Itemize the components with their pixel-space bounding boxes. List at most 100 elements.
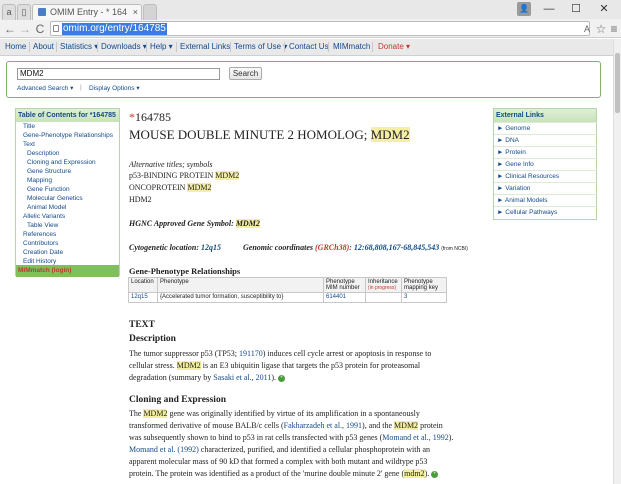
search-button[interactable]: Search: [229, 67, 262, 80]
search-input[interactable]: MDM2: [17, 68, 220, 80]
toc-item[interactable]: References: [23, 231, 56, 238]
menu-mimmatch[interactable]: MIMmatch: [333, 42, 370, 51]
cyto-label: Cytogenetic location:: [129, 243, 201, 252]
text-run: ).: [448, 433, 454, 442]
tab-close-icon[interactable]: ×: [133, 5, 138, 20]
external-link-label: Animal Models: [504, 197, 548, 204]
tab-2-label: ▯: [21, 7, 27, 17]
menu-separator: [146, 42, 147, 52]
reference-link[interactable]: Fakharzadeh et al., 1991: [284, 421, 362, 430]
toc-item[interactable]: Mapping: [27, 177, 52, 184]
cell-phenotype: {Accelerated tumor formation, susceptibi…: [157, 292, 324, 303]
toc-item[interactable]: Cloning and Expression: [27, 159, 96, 166]
cytogenetic-location: Cytogenetic location: 12q15: [129, 243, 221, 252]
desc-line-2: cellular stress. MDM2 is an E3 ubiquitin…: [129, 361, 420, 370]
toc-item[interactable]: Title: [23, 123, 35, 130]
entry-number: *164785: [129, 110, 171, 125]
text-run: ).: [424, 469, 430, 478]
toc-item[interactable]: Creation Date: [23, 249, 63, 256]
minimize-button[interactable]: —: [542, 2, 556, 16]
address-bar[interactable]: omim.org/entry/164785: [50, 21, 590, 36]
scrollbar-thumb[interactable]: [615, 53, 620, 113]
cell-location[interactable]: 12q15: [128, 292, 158, 303]
alt-title-2: ONCOPROTEIN MDM2: [129, 183, 212, 192]
menu-statistics[interactable]: Statistics ▾: [60, 42, 98, 51]
bookmark-star-icon[interactable]: ☆: [594, 22, 608, 36]
toc-item[interactable]: Molecular Genetics: [27, 195, 83, 202]
menu-downloads[interactable]: Downloads ▾: [101, 42, 147, 51]
menu-donate[interactable]: Donate ▾: [378, 42, 410, 51]
toc-item[interactable]: Gene-Phenotype Relationships: [23, 132, 113, 139]
entry-title-text: MOUSE DOUBLE MINUTE 2 HOMOLOG;: [129, 127, 371, 142]
coord-link[interactable]: : 12:68,808,167-68,845,543: [349, 243, 439, 252]
hgnc-symbol: HGNC Approved Gene Symbol: MDM2: [129, 219, 260, 228]
gpr-header-row: Location Phenotype Phenotype MIM number I…: [128, 277, 447, 293]
gpr-table: Location Phenotype Phenotype MIM number I…: [128, 277, 447, 303]
external-link-item[interactable]: ► Cellular Pathways: [494, 206, 597, 219]
text-run: characterized, purified, and identified …: [198, 445, 431, 454]
close-window-button[interactable]: ✕: [597, 2, 611, 16]
menu-separator: [284, 42, 285, 52]
toc-item[interactable]: Gene Structure: [27, 168, 71, 175]
tab-1[interactable]: a: [2, 4, 16, 20]
menu-home[interactable]: Home: [5, 42, 26, 51]
translate-icon[interactable]: A: [580, 22, 594, 36]
text-run: ) induces cell cycle arrest or apoptosis…: [262, 349, 432, 358]
alt-title-text: ONCOPROTEIN: [129, 183, 188, 192]
entry-title: MOUSE DOUBLE MINUTE 2 HOMOLOG; MDM2: [129, 127, 410, 143]
browser-menu-icon[interactable]: ≡: [607, 22, 621, 36]
external-links-panel: External Links ► Genome ► DNA ► Protein …: [493, 108, 597, 220]
entry-number-value: 164785: [135, 110, 171, 124]
tab-omim[interactable]: OMIM Entry - * 164 ×: [32, 4, 142, 20]
menu-external-links[interactable]: External Links: [180, 42, 230, 51]
toc-item[interactable]: Text: [23, 141, 35, 148]
cell-mapping-key[interactable]: 3: [401, 292, 447, 303]
toc-title: Table of Contents for *164785: [16, 109, 119, 122]
toc-item[interactable]: Contributors: [23, 240, 58, 247]
cell-inheritance: [365, 292, 402, 303]
advanced-search-link[interactable]: Advanced Search ▾: [17, 84, 73, 92]
display-options-link[interactable]: Display Options ▾: [89, 84, 140, 92]
cell-mim[interactable]: 614401: [323, 292, 366, 303]
profile-icon[interactable]: 👤: [517, 2, 531, 16]
toc-item[interactable]: Table View: [27, 222, 58, 229]
text-run: is an E3 ubiquitin ligase that targets t…: [200, 361, 421, 370]
back-button[interactable]: ←: [3, 22, 17, 36]
menu-help[interactable]: Help ▾: [150, 42, 173, 51]
desc-line-1: The tumor suppressor p53 (TP53; 191170) …: [129, 349, 431, 358]
expand-plus-icon[interactable]: +: [278, 374, 286, 382]
reload-button[interactable]: C: [33, 22, 47, 36]
clone-line-2: transformed derivative of mouse BALB/c c…: [129, 421, 443, 430]
external-links-title: External Links: [494, 109, 596, 122]
entry-title-gene: MDM2: [370, 127, 410, 142]
toc-item[interactable]: Gene Function: [27, 186, 70, 193]
menu-terms-of-use[interactable]: Terms of Use ▾: [234, 42, 287, 51]
forward-button[interactable]: →: [18, 22, 32, 36]
toc-item[interactable]: Allelic Variants: [23, 213, 65, 220]
toc-item[interactable]: Animal Model: [27, 204, 66, 211]
mimmatch-login-link[interactable]: MIMmatch (login): [16, 265, 119, 277]
mim-link[interactable]: 191170: [239, 349, 263, 358]
col-phenotype: Phenotype: [157, 277, 324, 293]
tab-1-label: a: [6, 7, 12, 17]
vertical-scrollbar[interactable]: [613, 39, 621, 484]
reference-link[interactable]: Sasaki et al., 2011: [213, 373, 271, 382]
menu-about[interactable]: About: [33, 42, 54, 51]
cyto-link[interactable]: 12q15: [201, 243, 221, 252]
external-link-label: Protein: [505, 149, 526, 156]
toc-item[interactable]: Description: [27, 150, 60, 157]
maximize-button[interactable]: ☐: [569, 2, 583, 16]
new-tab-button[interactable]: [143, 4, 157, 20]
genomic-coordinates: Genomic coordinates (GRCh38): 12:68,808,…: [243, 243, 468, 252]
clone-line-1: The MDM2 gene was originally identified …: [129, 409, 420, 418]
toc-item[interactable]: Edit History: [23, 258, 56, 265]
menu-contact-us[interactable]: Contact Us: [289, 42, 329, 51]
description-heading: Description: [129, 334, 176, 344]
coord-build[interactable]: (GRCh38): [315, 243, 349, 252]
col-inh-line2: (in progress): [368, 285, 397, 291]
expand-plus-icon[interactable]: +: [431, 470, 439, 478]
url-text[interactable]: omim.org/entry/164785: [62, 23, 167, 35]
reference-link[interactable]: Momand et al. (1992): [129, 445, 199, 454]
reference-link[interactable]: Momand et al., 1992: [382, 433, 448, 442]
tab-2[interactable]: ▯: [17, 4, 31, 20]
